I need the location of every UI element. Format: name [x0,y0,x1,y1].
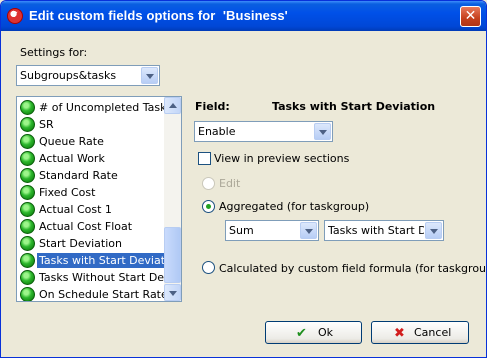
list-item[interactable]: Tasks with Start Deviation [18,252,181,269]
green-status-icon [20,253,35,268]
chevron-down-icon[interactable] [141,67,158,84]
aggregate-field-value: Tasks with Start Deviation [328,224,424,237]
aggregate-field-dropdown[interactable]: Tasks with Start Deviation [324,220,444,241]
field-state-value: Enable [198,125,236,138]
green-status-icon [20,185,35,200]
list-item-label: Tasks Without Start Deviation [39,271,181,284]
list-item[interactable]: Tasks Without Start Deviation [18,269,181,286]
formula-label[interactable]: Calculated by custom field formula (for … [219,262,486,275]
title-bar[interactable]: ✓ Edit custom fields options for 'Busine… [1,1,486,31]
edit-radio [202,177,215,190]
dialog-window: ✓ Edit custom fields options for 'Busine… [0,0,487,358]
list-item[interactable]: Queue Rate [18,133,164,150]
list-item-label: Actual Work [39,152,105,165]
aggregated-radio[interactable] [202,200,215,213]
checkmark-icon: ✔ [296,326,307,341]
app-check-icon: ✓ [7,8,23,24]
scroll-down-button[interactable] [164,284,181,301]
green-status-icon [20,202,35,217]
field-state-dropdown[interactable]: Enable [194,121,333,142]
scroll-thumb[interactable] [164,227,181,283]
field-label: Field: [195,100,230,113]
list-item[interactable]: # of Uncompleted Tasks [18,99,172,116]
close-button[interactable]: ✕ [460,6,481,27]
green-status-icon [20,287,35,301]
list-item-label: Tasks with Start Deviation [36,252,182,269]
aggregated-label[interactable]: Aggregated (for taskgroup) [219,200,369,213]
chevron-down-icon[interactable] [425,222,442,239]
list-item-label: On Schedule Start Rate [39,288,168,301]
aggregate-function-value: Sum [229,224,254,237]
edit-label: Edit [219,177,241,190]
list-item-label: Fixed Cost [39,186,96,199]
aggregate-function-dropdown[interactable]: Sum [225,220,319,241]
settings-for-label: Settings for: [20,46,88,59]
settings-for-value: Subgroups&tasks [20,69,117,82]
view-in-preview-label[interactable]: View in preview sections [214,152,349,165]
green-status-icon [20,100,35,115]
list-item[interactable]: On Schedule Start Rate [18,286,168,301]
list-item[interactable]: Fixed Cost [18,184,164,201]
list-item[interactable]: SR [18,116,164,133]
list-item-label: Start Deviation [39,237,122,250]
list-item[interactable]: Actual Cost 1 [18,201,164,218]
cancel-button-label: Cancel [414,326,452,339]
list-item[interactable]: Standard Rate [18,167,164,184]
chevron-down-icon[interactable] [300,222,317,239]
scroll-up-button[interactable] [164,97,181,114]
green-status-icon [20,134,35,149]
green-status-icon [20,168,35,183]
cross-icon: ✖ [394,326,405,341]
green-status-icon [20,151,35,166]
green-status-icon [20,219,35,234]
green-status-icon [20,117,35,132]
settings-for-dropdown[interactable]: Subgroups&tasks [16,65,160,86]
view-in-preview-checkbox[interactable] [198,152,211,165]
list-item-label: Actual Cost 1 [39,203,112,216]
list-item-label: SR [39,118,54,131]
custom-fields-list[interactable]: # of Uncompleted Tasks SR Queue Rate Actual… [16,96,182,302]
list-item[interactable]: Actual Work [18,150,164,167]
list-item-label: Actual Cost Float [39,220,133,233]
list-item[interactable]: Start Deviation [18,235,164,252]
formula-radio[interactable] [202,261,215,274]
list-item-label: Queue Rate [39,135,104,148]
list-item-label: # of Uncompleted Tasks [39,101,173,114]
green-status-icon [20,270,35,285]
list-item-label: Standard Rate [39,169,118,182]
list-item[interactable]: Actual Cost Float [18,218,164,235]
window-title: Edit custom fields options for 'Business… [29,8,288,23]
ok-button[interactable]: ✔ Ok [265,321,362,344]
list-scrollbar[interactable] [164,97,181,301]
cancel-button[interactable]: ✖ Cancel [371,321,469,344]
field-name: Tasks with Start Deviation [272,100,436,113]
ok-button-label: Ok [318,326,334,339]
green-status-icon [20,236,35,251]
chevron-down-icon[interactable] [314,123,331,140]
